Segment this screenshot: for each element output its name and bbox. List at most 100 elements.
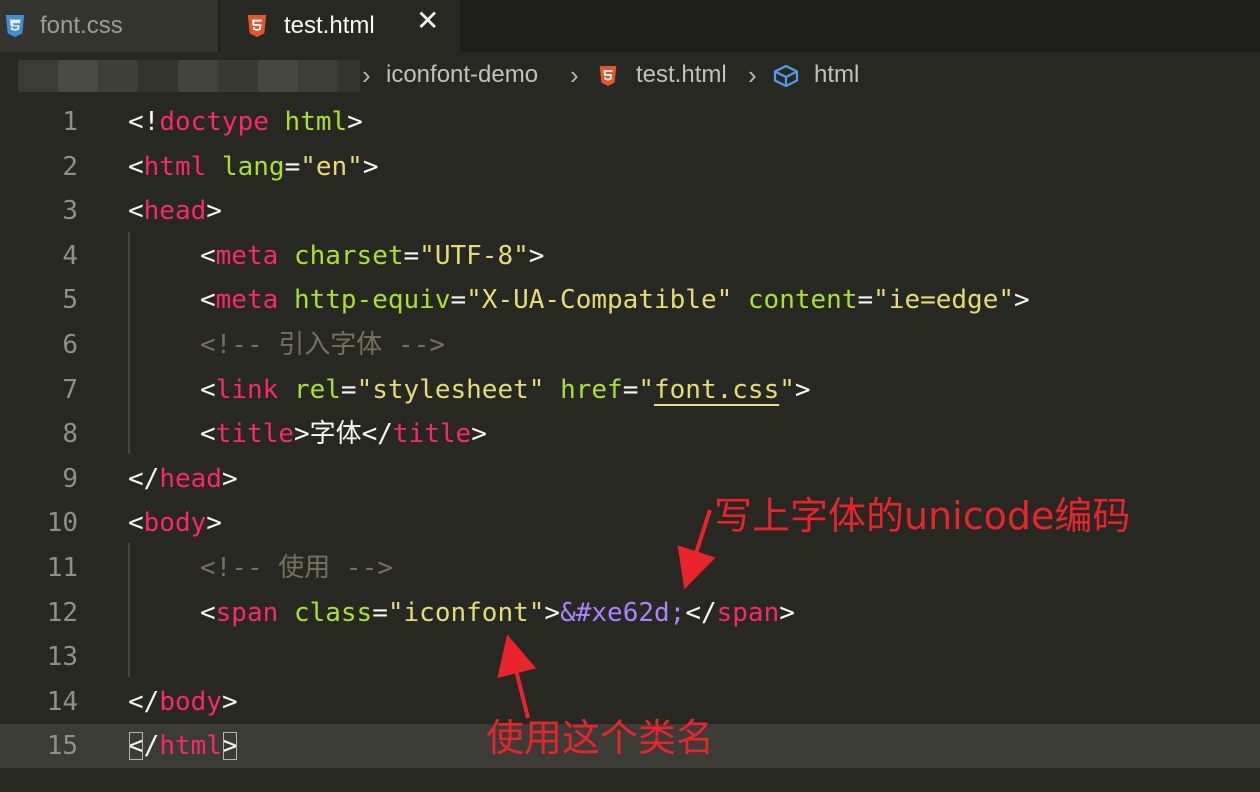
code-content: </body> <box>128 680 238 724</box>
line-number: 9 <box>62 463 78 494</box>
code-punctuation: < <box>200 240 216 271</box>
code-string: "X-UA-Compatible" <box>466 285 733 316</box>
code-line[interactable]: 11 <!-- 使用 --> <box>0 546 1260 590</box>
code-line[interactable]: 8 <title>字体</title> <box>0 412 1260 456</box>
code-tag-name: span <box>716 597 780 628</box>
code-punctuation: = <box>403 240 420 271</box>
code-punctuation: </ <box>361 419 393 450</box>
line-number: 10 <box>46 508 78 539</box>
code-punctuation: = <box>857 285 874 316</box>
blurred-path-segment <box>258 60 298 92</box>
breadcrumb: › iconfont-demo › test.html › html <box>0 52 1260 100</box>
code-content: <link rel="stylesheet" href="font.css"> <box>200 368 811 412</box>
blurred-path-segment <box>58 60 98 92</box>
code-content: <meta charset="UTF-8"> <box>200 234 544 278</box>
code-punctuation: > <box>779 597 795 628</box>
breadcrumb-separator: › <box>570 60 579 90</box>
code-line[interactable]: 13 <box>0 635 1260 679</box>
code-punctuation: < <box>200 597 216 628</box>
code-line[interactable]: 12 <span class="iconfont">&#xe62d;</span> <box>0 591 1260 635</box>
blurred-path-segment <box>18 60 58 92</box>
code-punctuation: = <box>284 151 301 182</box>
code-line[interactable]: 3 <head> <box>0 189 1260 233</box>
code-comment: <!-- 使用 --> <box>200 553 393 583</box>
code-punctuation: > <box>362 151 379 182</box>
line-number: 8 <box>62 419 78 450</box>
code-tag-name: html <box>159 731 222 762</box>
line-number: 2 <box>62 151 78 182</box>
code-tag-name: html <box>143 151 207 182</box>
code-punctuation: > <box>347 107 363 137</box>
code-tag-name: link <box>215 374 279 405</box>
annotation-unicode-note: 写上字体的unicode编码 <box>714 494 1131 538</box>
breadcrumb-item-folder[interactable]: iconfont-demo <box>386 61 538 89</box>
blurred-path-segment <box>218 60 258 92</box>
code-attribute: lang <box>221 151 285 182</box>
code-string: "en" <box>300 151 363 182</box>
code-line[interactable]: 5 <meta http-equiv="X-UA-Compatible" cont… <box>0 278 1260 322</box>
code-attribute: href <box>560 374 623 405</box>
code-line[interactable]: 2 <html lang="en"> <box>0 145 1260 189</box>
code-tag-name: head <box>143 196 207 227</box>
code-punctuation: < <box>128 151 144 182</box>
code-line[interactable]: 7 <link rel="stylesheet" href="font.css"> <box>0 368 1260 412</box>
bracket-match: < <box>128 731 144 762</box>
breadcrumb-item-element[interactable]: html <box>814 61 859 89</box>
code-punctuation: = <box>622 374 639 405</box>
code-string: "iconfont" <box>387 597 545 628</box>
code-content: <head> <box>128 189 222 233</box>
code-text: 字体 <box>309 419 362 450</box>
code-punctuation: > <box>221 686 238 717</box>
line-number: 7 <box>62 374 78 405</box>
line-number: 15 <box>46 731 78 762</box>
css3-icon <box>5 15 25 37</box>
cube-icon <box>773 64 799 88</box>
code-tag-name: head <box>159 463 222 494</box>
code-string: "UTF-8" <box>419 240 529 271</box>
code-line[interactable]: 4 <meta charset="UTF-8"> <box>0 234 1260 278</box>
tab-bar: font.css test.html ✕ <box>0 0 1260 52</box>
blurred-path-segment <box>338 60 360 92</box>
code-attribute: class <box>293 597 373 628</box>
blurred-path-segment <box>178 60 218 92</box>
code-tag-name: meta <box>215 240 279 271</box>
close-icon[interactable]: ✕ <box>416 4 439 37</box>
line-number: 3 <box>62 196 78 227</box>
code-content: <!doctype html> <box>128 100 363 144</box>
line-number: 14 <box>46 686 78 717</box>
code-string: " <box>638 374 654 405</box>
code-punctuation: <! <box>128 107 160 137</box>
code-link: font.css <box>654 374 780 405</box>
tab-test-html[interactable]: test.html ✕ <box>220 0 460 52</box>
code-punctuation: > <box>471 419 487 450</box>
code-tag-name: title <box>392 419 472 450</box>
code-punctuation: < <box>200 374 216 405</box>
code-content: <title>字体</title> <box>200 412 487 456</box>
code-attribute: html <box>284 107 348 137</box>
code-content: <html lang="en"> <box>128 145 379 189</box>
code-tag-name: doctype <box>159 107 269 137</box>
code-attribute: rel <box>293 374 341 405</box>
code-punctuation: </ <box>685 597 717 628</box>
code-content: <!-- 使用 --> <box>200 546 393 590</box>
bracket-match: > <box>221 731 238 762</box>
code-editor[interactable]: 1 <!doctype html> 2 <html lang="en"> 3 <head>… <box>0 100 1260 792</box>
tab-font-css[interactable]: font.css <box>0 0 218 52</box>
breadcrumb-item-file[interactable]: test.html <box>636 61 727 89</box>
code-tag-name: body <box>159 686 222 717</box>
code-line[interactable]: 1 <!doctype html> <box>0 100 1260 144</box>
line-number: 5 <box>62 285 78 316</box>
code-line[interactable]: 6 <!-- 引入字体 --> <box>0 323 1260 367</box>
code-content: <meta http-equiv="X-UA-Compatible" conte… <box>200 278 1030 322</box>
code-punctuation: > <box>206 196 222 227</box>
annotation-classname-note: 使用这个类名 <box>486 716 715 760</box>
line-number: 13 <box>46 642 78 673</box>
code-punctuation: < <box>128 508 144 539</box>
code-punctuation: > <box>794 374 811 405</box>
line-number: 4 <box>62 240 78 271</box>
code-punctuation: > <box>293 419 310 450</box>
line-number: 1 <box>62 107 78 137</box>
